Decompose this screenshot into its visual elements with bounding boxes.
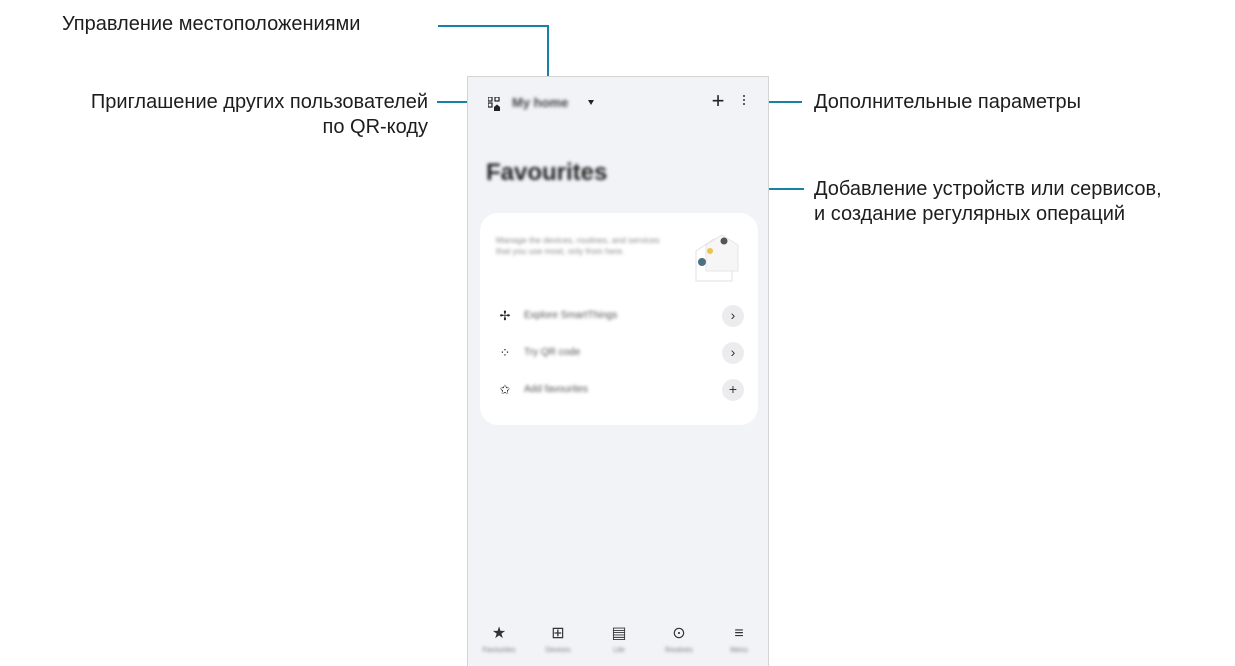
nav-label: Menu: [730, 647, 748, 654]
chevron-down-icon[interactable]: [588, 100, 594, 105]
card-row-label: Explore SmartThings: [524, 310, 618, 321]
home-illustration-icon: [695, 234, 739, 282]
page-title: Favourites: [486, 159, 608, 186]
nav-label: Devices: [545, 647, 571, 654]
leader-line-locations-h: [438, 25, 549, 27]
chevron-right-icon[interactable]: ›: [722, 305, 744, 327]
star-icon: ★: [491, 625, 507, 642]
card-intro-text: Manage the devices, routines, and servic…: [496, 235, 660, 256]
card-row-qr[interactable]: ⁘ Try QR code ›: [480, 338, 758, 368]
phone-screen: My home + Favourites Manage the devices,…: [467, 76, 769, 666]
callout-more-options: Дополнительные параметры: [814, 91, 1081, 113]
callout-add-line2: и создание регулярных операций: [814, 203, 1126, 225]
nav-label: Favourites: [482, 647, 516, 654]
callout-add-line1: Добавление устройств или сервисов,: [814, 178, 1162, 200]
routines-icon: ⊙: [672, 625, 686, 642]
nav-routines[interactable]: ⊙ Routines: [654, 623, 704, 663]
add-favourite-button[interactable]: +: [722, 379, 744, 401]
nav-label: Routines: [665, 647, 693, 654]
chevron-right-icon[interactable]: ›: [722, 342, 744, 364]
nav-menu[interactable]: ≡ Menu: [714, 623, 764, 663]
star-outline-icon: ✩: [499, 382, 511, 397]
card-row-add-favourites[interactable]: ✩ Add favourites +: [480, 375, 758, 405]
menu-icon: ≡: [734, 625, 744, 642]
card-row-explore[interactable]: ✢ Explore SmartThings ›: [480, 301, 758, 331]
card-row-label: Try QR code: [524, 347, 581, 358]
fan-icon: ✢: [499, 308, 511, 323]
add-icon[interactable]: +: [708, 90, 728, 112]
qr-invite-icon[interactable]: [488, 97, 500, 111]
devices-icon: ⊞: [551, 625, 565, 642]
nav-devices[interactable]: ⊞ Devices: [533, 623, 583, 663]
qr-home-icon: ⁘: [499, 345, 511, 360]
callout-invite-qr: Приглашение других пользователей по QR-к…: [8, 90, 428, 140]
callout-manage-locations: Управление местоположениями: [62, 13, 361, 35]
nav-label: Life: [613, 647, 625, 654]
favourites-card: Manage the devices, routines, and servic…: [480, 213, 758, 425]
bottom-nav: ★ Favourites ⊞ Devices ▤ Life ⊙ Routines…: [468, 619, 768, 666]
callout-invite-line2: по QR-коду: [322, 116, 429, 138]
card-row-label: Add favourites: [524, 384, 588, 395]
callout-add-devices: Добавление устройств или сервисов, и соз…: [814, 177, 1162, 227]
location-selector[interactable]: My home: [512, 95, 568, 110]
nav-favourites[interactable]: ★ Favourites: [474, 623, 524, 663]
callout-invite-line1: Приглашение других пользователей: [90, 91, 428, 113]
more-options-icon[interactable]: [740, 95, 748, 109]
nav-life[interactable]: ▤ Life: [594, 623, 644, 663]
life-icon: ▤: [611, 625, 627, 642]
